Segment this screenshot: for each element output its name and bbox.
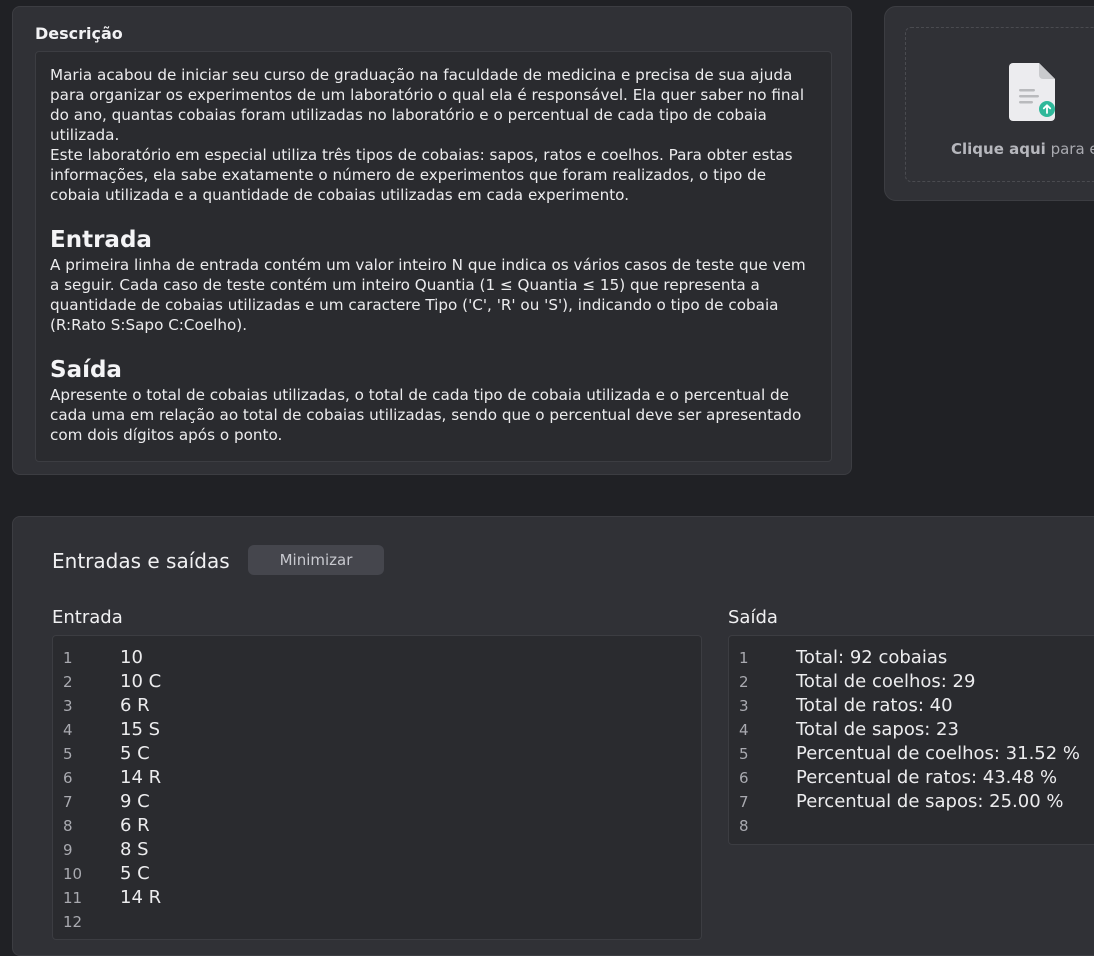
description-intro-paragraph: Maria acabou de iniciar seu curso de gra… bbox=[50, 66, 805, 144]
line-number: 2 bbox=[739, 673, 749, 691]
code-line: 5 5 C bbox=[53, 742, 701, 766]
io-card: Entradas e saídas Minimizar Entrada Saíd… bbox=[12, 516, 1094, 956]
line-text: 8 S bbox=[120, 839, 149, 860]
line-text: Total de ratos: 40 bbox=[796, 695, 953, 716]
line-text: 6 R bbox=[120, 815, 150, 836]
upload-instruction[interactable]: Clique aqui para en bbox=[951, 140, 1094, 158]
line-number: 6 bbox=[63, 769, 73, 787]
input-section-text: A primeira linha de entrada contém um va… bbox=[50, 256, 806, 334]
code-line: 8 bbox=[729, 814, 1094, 838]
io-title: Entradas e saídas bbox=[52, 549, 230, 573]
code-line: 1 Total: 92 cobaias bbox=[729, 646, 1094, 670]
code-line: 6 Percentual de ratos: 43.48 % bbox=[729, 766, 1094, 790]
code-line: 7 Percentual de sapos: 25.00 % bbox=[729, 790, 1094, 814]
code-line: 3 Total de ratos: 40 bbox=[729, 694, 1094, 718]
line-number: 2 bbox=[63, 673, 73, 691]
description-card: Descrição Maria acabou de iniciar seu cu… bbox=[12, 6, 852, 475]
input-section-heading: Entrada bbox=[50, 227, 152, 253]
line-number: 7 bbox=[739, 793, 749, 811]
code-line: 6 14 R bbox=[53, 766, 701, 790]
line-number: 12 bbox=[63, 913, 83, 931]
output-section-heading: Saída bbox=[50, 357, 122, 383]
line-text: Percentual de coelhos: 31.52 % bbox=[796, 743, 1081, 764]
line-text: Total de sapos: 23 bbox=[796, 719, 959, 740]
line-text: 6 R bbox=[120, 695, 150, 716]
input-editor[interactable]: 1 10 2 10 C36 R 4 15 S55 C 6 14 R79 C86 R98 S 10… bbox=[52, 635, 702, 940]
minimize-button[interactable]: Minimizar bbox=[248, 545, 384, 575]
line-number: 9 bbox=[63, 841, 73, 859]
upload-dropzone[interactable] bbox=[905, 27, 1094, 182]
code-line: 5 Percentual de coelhos: 31.52 % bbox=[729, 742, 1094, 766]
description-title: Descrição bbox=[35, 24, 123, 43]
code-line: 1 10 bbox=[53, 646, 701, 670]
code-line: 4 Total de sapos: 23 bbox=[729, 718, 1094, 742]
line-text: 5 C bbox=[120, 743, 150, 764]
line-number: 6 bbox=[739, 769, 749, 787]
upload-instruction-rest: para en bbox=[1050, 140, 1094, 158]
line-number: 5 bbox=[63, 745, 73, 763]
upload-instruction-link[interactable]: Clique aqui bbox=[951, 140, 1046, 158]
line-number: 3 bbox=[739, 697, 749, 715]
upload-card: Clique aqui para en bbox=[884, 6, 1094, 201]
code-line: 4 15 S bbox=[53, 718, 701, 742]
output-section-text: Apresente o total de cobaias utilizadas,… bbox=[50, 386, 802, 444]
line-number: 5 bbox=[739, 745, 749, 763]
line-number: 8 bbox=[739, 817, 749, 835]
line-text: Percentual de ratos: 43.48 % bbox=[796, 767, 1058, 788]
line-text: Percentual de sapos: 25.00 % bbox=[796, 791, 1064, 812]
line-text: 5 C bbox=[120, 863, 150, 884]
output-viewer: 1 Total: 92 cobaias 2 Total de coelhos: 29 3… bbox=[728, 635, 1094, 845]
code-line: 2 10 C bbox=[53, 670, 701, 694]
line-text: 15 S bbox=[120, 719, 161, 740]
input-label: Entrada bbox=[52, 607, 123, 628]
code-line: 10 5 C bbox=[53, 862, 701, 886]
line-number: 8 bbox=[63, 817, 73, 835]
line-number: 4 bbox=[63, 721, 73, 739]
line-number: 1 bbox=[739, 649, 749, 667]
line-number: 10 bbox=[63, 865, 83, 883]
line-text: 10 bbox=[120, 647, 143, 668]
line-number: 3 bbox=[63, 697, 73, 715]
code-line: 7 9 C bbox=[53, 790, 701, 814]
code-line: 3 6 R bbox=[53, 694, 701, 718]
description-body: Maria acabou de iniciar seu curso de gra… bbox=[35, 51, 832, 462]
file-upload-icon bbox=[1009, 63, 1057, 125]
description-intro-paragraph-2: Este laboratório em especial utiliza trê… bbox=[50, 146, 793, 204]
line-text: 14 R bbox=[120, 767, 162, 788]
line-number: 4 bbox=[739, 721, 749, 739]
line-number: 11 bbox=[63, 889, 83, 907]
line-text: 9 C bbox=[120, 791, 150, 812]
code-line: 2 Total de coelhos: 29 bbox=[729, 670, 1094, 694]
line-number: 1 bbox=[63, 649, 73, 667]
line-text: Total de coelhos: 29 bbox=[796, 671, 976, 692]
line-text: 14 R bbox=[120, 887, 162, 908]
code-line: 9 8 S bbox=[53, 838, 701, 862]
code-line: 12 bbox=[53, 910, 701, 934]
output-label: Saída bbox=[728, 607, 778, 628]
code-line: 8 6 R bbox=[53, 814, 701, 838]
line-text: 10 C bbox=[120, 671, 162, 692]
line-number: 7 bbox=[63, 793, 73, 811]
code-line: 11 14 R bbox=[53, 886, 701, 910]
line-text: Total: 92 cobaias bbox=[796, 647, 948, 668]
